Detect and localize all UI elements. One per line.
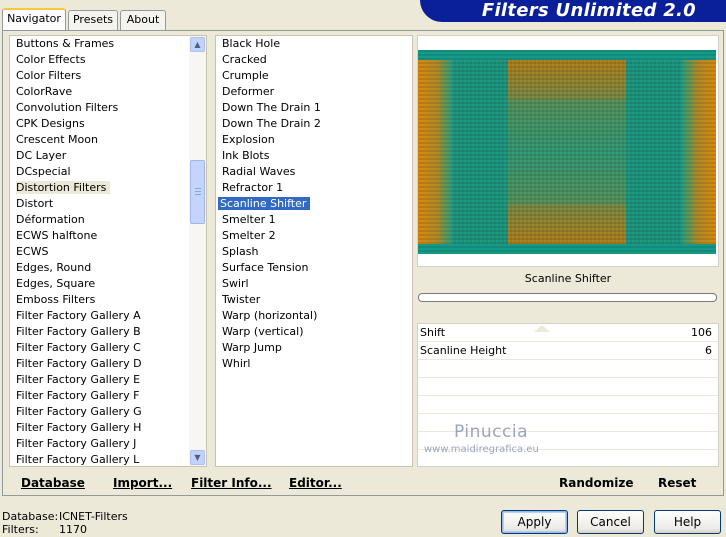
- category-item[interactable]: Edges, Square: [10, 276, 206, 292]
- category-item[interactable]: Filter Factory Gallery B: [10, 324, 206, 340]
- category-item[interactable]: ECWS halftone: [10, 228, 206, 244]
- database-label: Database:: [2, 510, 59, 523]
- title-banner: Filters Unlimited 2.0: [420, 0, 726, 22]
- grip-icon: [195, 188, 201, 195]
- category-item[interactable]: Filter Factory Gallery A: [10, 308, 206, 324]
- preview-canvas: [418, 50, 716, 254]
- category-item[interactable]: Filter Factory Gallery G: [10, 404, 206, 420]
- filter-item[interactable]: Whirl: [216, 356, 412, 372]
- param-label: Shift: [420, 326, 446, 339]
- category-item[interactable]: Distortion Filters: [10, 180, 206, 196]
- category-item[interactable]: ECWS: [10, 244, 206, 260]
- randomize-button[interactable]: Randomize: [559, 475, 633, 491]
- database-value: ICNET-Filters: [59, 510, 128, 523]
- category-item[interactable]: ColorRave: [10, 84, 206, 100]
- category-item[interactable]: Distort: [10, 196, 206, 212]
- app-title: Filters Unlimited 2.0: [481, 0, 696, 21]
- category-item[interactable]: DC Layer: [10, 148, 206, 164]
- filter-item[interactable]: Warp (vertical): [216, 324, 412, 340]
- status-info: Database:ICNET-Filters Filters: 1170: [2, 510, 128, 536]
- param-row-empty: [418, 396, 718, 414]
- param-row-scanline-height[interactable]: Scanline Height 6: [418, 342, 718, 360]
- cancel-button[interactable]: Cancel: [577, 510, 644, 534]
- category-list[interactable]: Buttons & Frames Color Effects Color Filte…: [9, 35, 207, 467]
- category-item[interactable]: Déformation: [10, 212, 206, 228]
- tab-about[interactable]: About: [120, 10, 166, 30]
- category-items: Buttons & Frames Color Effects Color Filte…: [10, 36, 206, 466]
- preview-image: [418, 50, 716, 254]
- filter-item[interactable]: Deformer: [216, 84, 412, 100]
- reset-button[interactable]: Reset: [658, 475, 696, 491]
- category-item[interactable]: Filter Factory Gallery E: [10, 372, 206, 388]
- category-item[interactable]: Filter Factory Gallery J: [10, 436, 206, 452]
- progress-bar: [418, 293, 717, 302]
- category-item[interactable]: Crescent Moon: [10, 132, 206, 148]
- tab-navigator[interactable]: Navigator: [2, 8, 66, 31]
- filter-item[interactable]: Warp Jump: [216, 340, 412, 356]
- category-item[interactable]: Color Effects: [10, 52, 206, 68]
- param-row-empty: [418, 360, 718, 378]
- category-item[interactable]: Filter Factory Gallery H: [10, 420, 206, 436]
- filter-item[interactable]: Refractor 1: [216, 180, 412, 196]
- filter-item[interactable]: Smelter 2: [216, 228, 412, 244]
- category-item[interactable]: Convolution Filters: [10, 100, 206, 116]
- database-button[interactable]: Database: [21, 475, 85, 491]
- filters-label: Filters:: [2, 523, 39, 536]
- category-scrollbar[interactable]: ▲ ▼: [189, 36, 206, 466]
- category-item[interactable]: Filter Factory Gallery D: [10, 356, 206, 372]
- filter-items: Black Hole Cracked Crumple Deformer Down The…: [216, 36, 412, 372]
- apply-button[interactable]: Apply: [501, 510, 568, 534]
- parameter-panel: Shift 106 Scanline Height 6 Pinuccia www…: [417, 323, 719, 468]
- preview-filter-name: Scanline Shifter: [524, 272, 612, 285]
- category-item[interactable]: CPK Designs: [10, 116, 206, 132]
- filter-item[interactable]: Swirl: [216, 276, 412, 292]
- filter-item[interactable]: Radial Waves: [216, 164, 412, 180]
- filter-item[interactable]: Cracked: [216, 52, 412, 68]
- editor-button[interactable]: Editor...: [289, 475, 342, 491]
- filters-count: 1170: [59, 523, 87, 536]
- tab-presets[interactable]: Presets: [68, 10, 118, 30]
- scroll-down-button[interactable]: ▼: [190, 450, 205, 465]
- watermark-name: Pinuccia: [454, 422, 528, 442]
- category-item[interactable]: Filter Factory Gallery C: [10, 340, 206, 356]
- filter-item[interactable]: Twister: [216, 292, 412, 308]
- param-label: Scanline Height: [420, 344, 507, 357]
- param-row-empty: [418, 378, 718, 396]
- scroll-up-button[interactable]: ▲: [190, 37, 205, 52]
- filter-item[interactable]: Scanline Shifter: [216, 196, 412, 212]
- filter-item[interactable]: Smelter 1: [216, 212, 412, 228]
- navigator-panel: Buttons & Frames Color Effects Color Filte…: [2, 30, 724, 496]
- category-item[interactable]: Color Filters: [10, 68, 206, 84]
- category-item[interactable]: Filter Factory Gallery F: [10, 388, 206, 404]
- filter-item[interactable]: Down The Drain 1: [216, 100, 412, 116]
- param-row-shift[interactable]: Shift 106: [418, 324, 718, 342]
- filter-item[interactable]: Ink Blots: [216, 148, 412, 164]
- watermark-url: www.maidiregrafica.eu: [424, 444, 539, 455]
- preview-frame: [417, 35, 719, 267]
- help-button[interactable]: Help: [654, 510, 721, 534]
- filter-item[interactable]: Surface Tension: [216, 260, 412, 276]
- category-item[interactable]: Buttons & Frames: [10, 36, 206, 52]
- category-item[interactable]: Emboss Filters: [10, 292, 206, 308]
- filter-item[interactable]: Crumple: [216, 68, 412, 84]
- category-item[interactable]: DCspecial: [10, 164, 206, 180]
- filter-item[interactable]: Black Hole: [216, 36, 412, 52]
- category-item[interactable]: Edges, Round: [10, 260, 206, 276]
- param-value[interactable]: 106: [691, 324, 712, 342]
- filter-item[interactable]: Splash: [216, 244, 412, 260]
- scroll-thumb[interactable]: [190, 160, 205, 224]
- import-button[interactable]: Import...: [113, 475, 172, 491]
- category-item[interactable]: Filter Factory Gallery L: [10, 452, 206, 466]
- filter-item[interactable]: Warp (horizontal): [216, 308, 412, 324]
- filter-item[interactable]: Explosion: [216, 132, 412, 148]
- filter-item[interactable]: Down The Drain 2: [216, 116, 412, 132]
- param-value[interactable]: 6: [705, 342, 712, 360]
- filter-list[interactable]: Black Hole Cracked Crumple Deformer Down The…: [215, 35, 413, 467]
- filter-item-label: Scanline Shifter: [218, 197, 311, 210]
- filter-info-button[interactable]: Filter Info...: [191, 475, 272, 491]
- category-item-label: Distortion Filters: [16, 181, 111, 194]
